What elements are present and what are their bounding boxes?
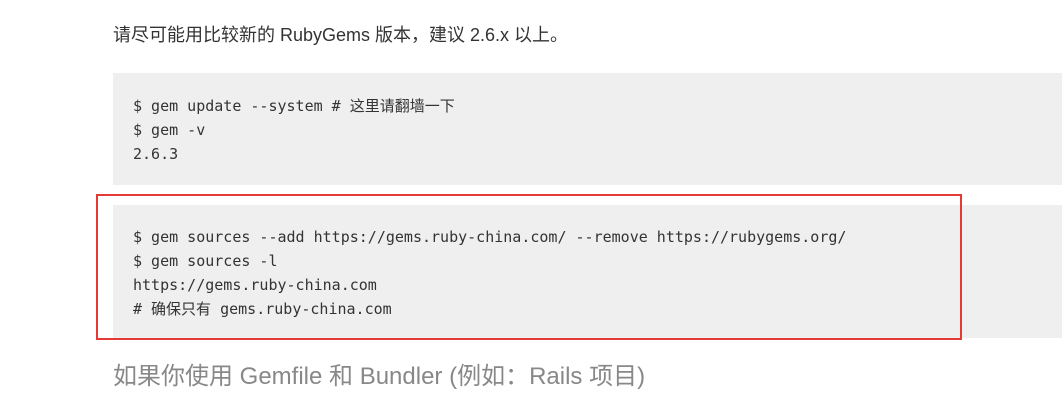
code-line: 2.6.3 bbox=[133, 145, 179, 163]
code-line: # 确保只有 gems.ruby-china.com bbox=[133, 300, 392, 318]
intro-paragraph: 请尽可能用比较新的 RubyGems 版本，建议 2.6.x 以上。 bbox=[113, 25, 569, 45]
code-line: https://gems.ruby-china.com bbox=[133, 276, 377, 294]
code-line: $ gem sources --add https://gems.ruby-ch… bbox=[133, 228, 847, 246]
code-block-update-rubygems[interactable]: $ gem update --system # 这里请翻墙一下 $ gem -v… bbox=[113, 73, 1062, 185]
code-block-gem-sources[interactable]: $ gem sources --add https://gems.ruby-ch… bbox=[113, 205, 1062, 338]
code-line: $ gem sources -l bbox=[133, 252, 278, 270]
code-line: $ gem update --system # 这里请翻墙一下 bbox=[133, 97, 455, 115]
code-line: $ gem -v bbox=[133, 121, 206, 139]
section-heading-gemfile-bundler: 如果你使用 Gemfile 和 Bundler (例如：Rails 项目) bbox=[113, 363, 646, 390]
